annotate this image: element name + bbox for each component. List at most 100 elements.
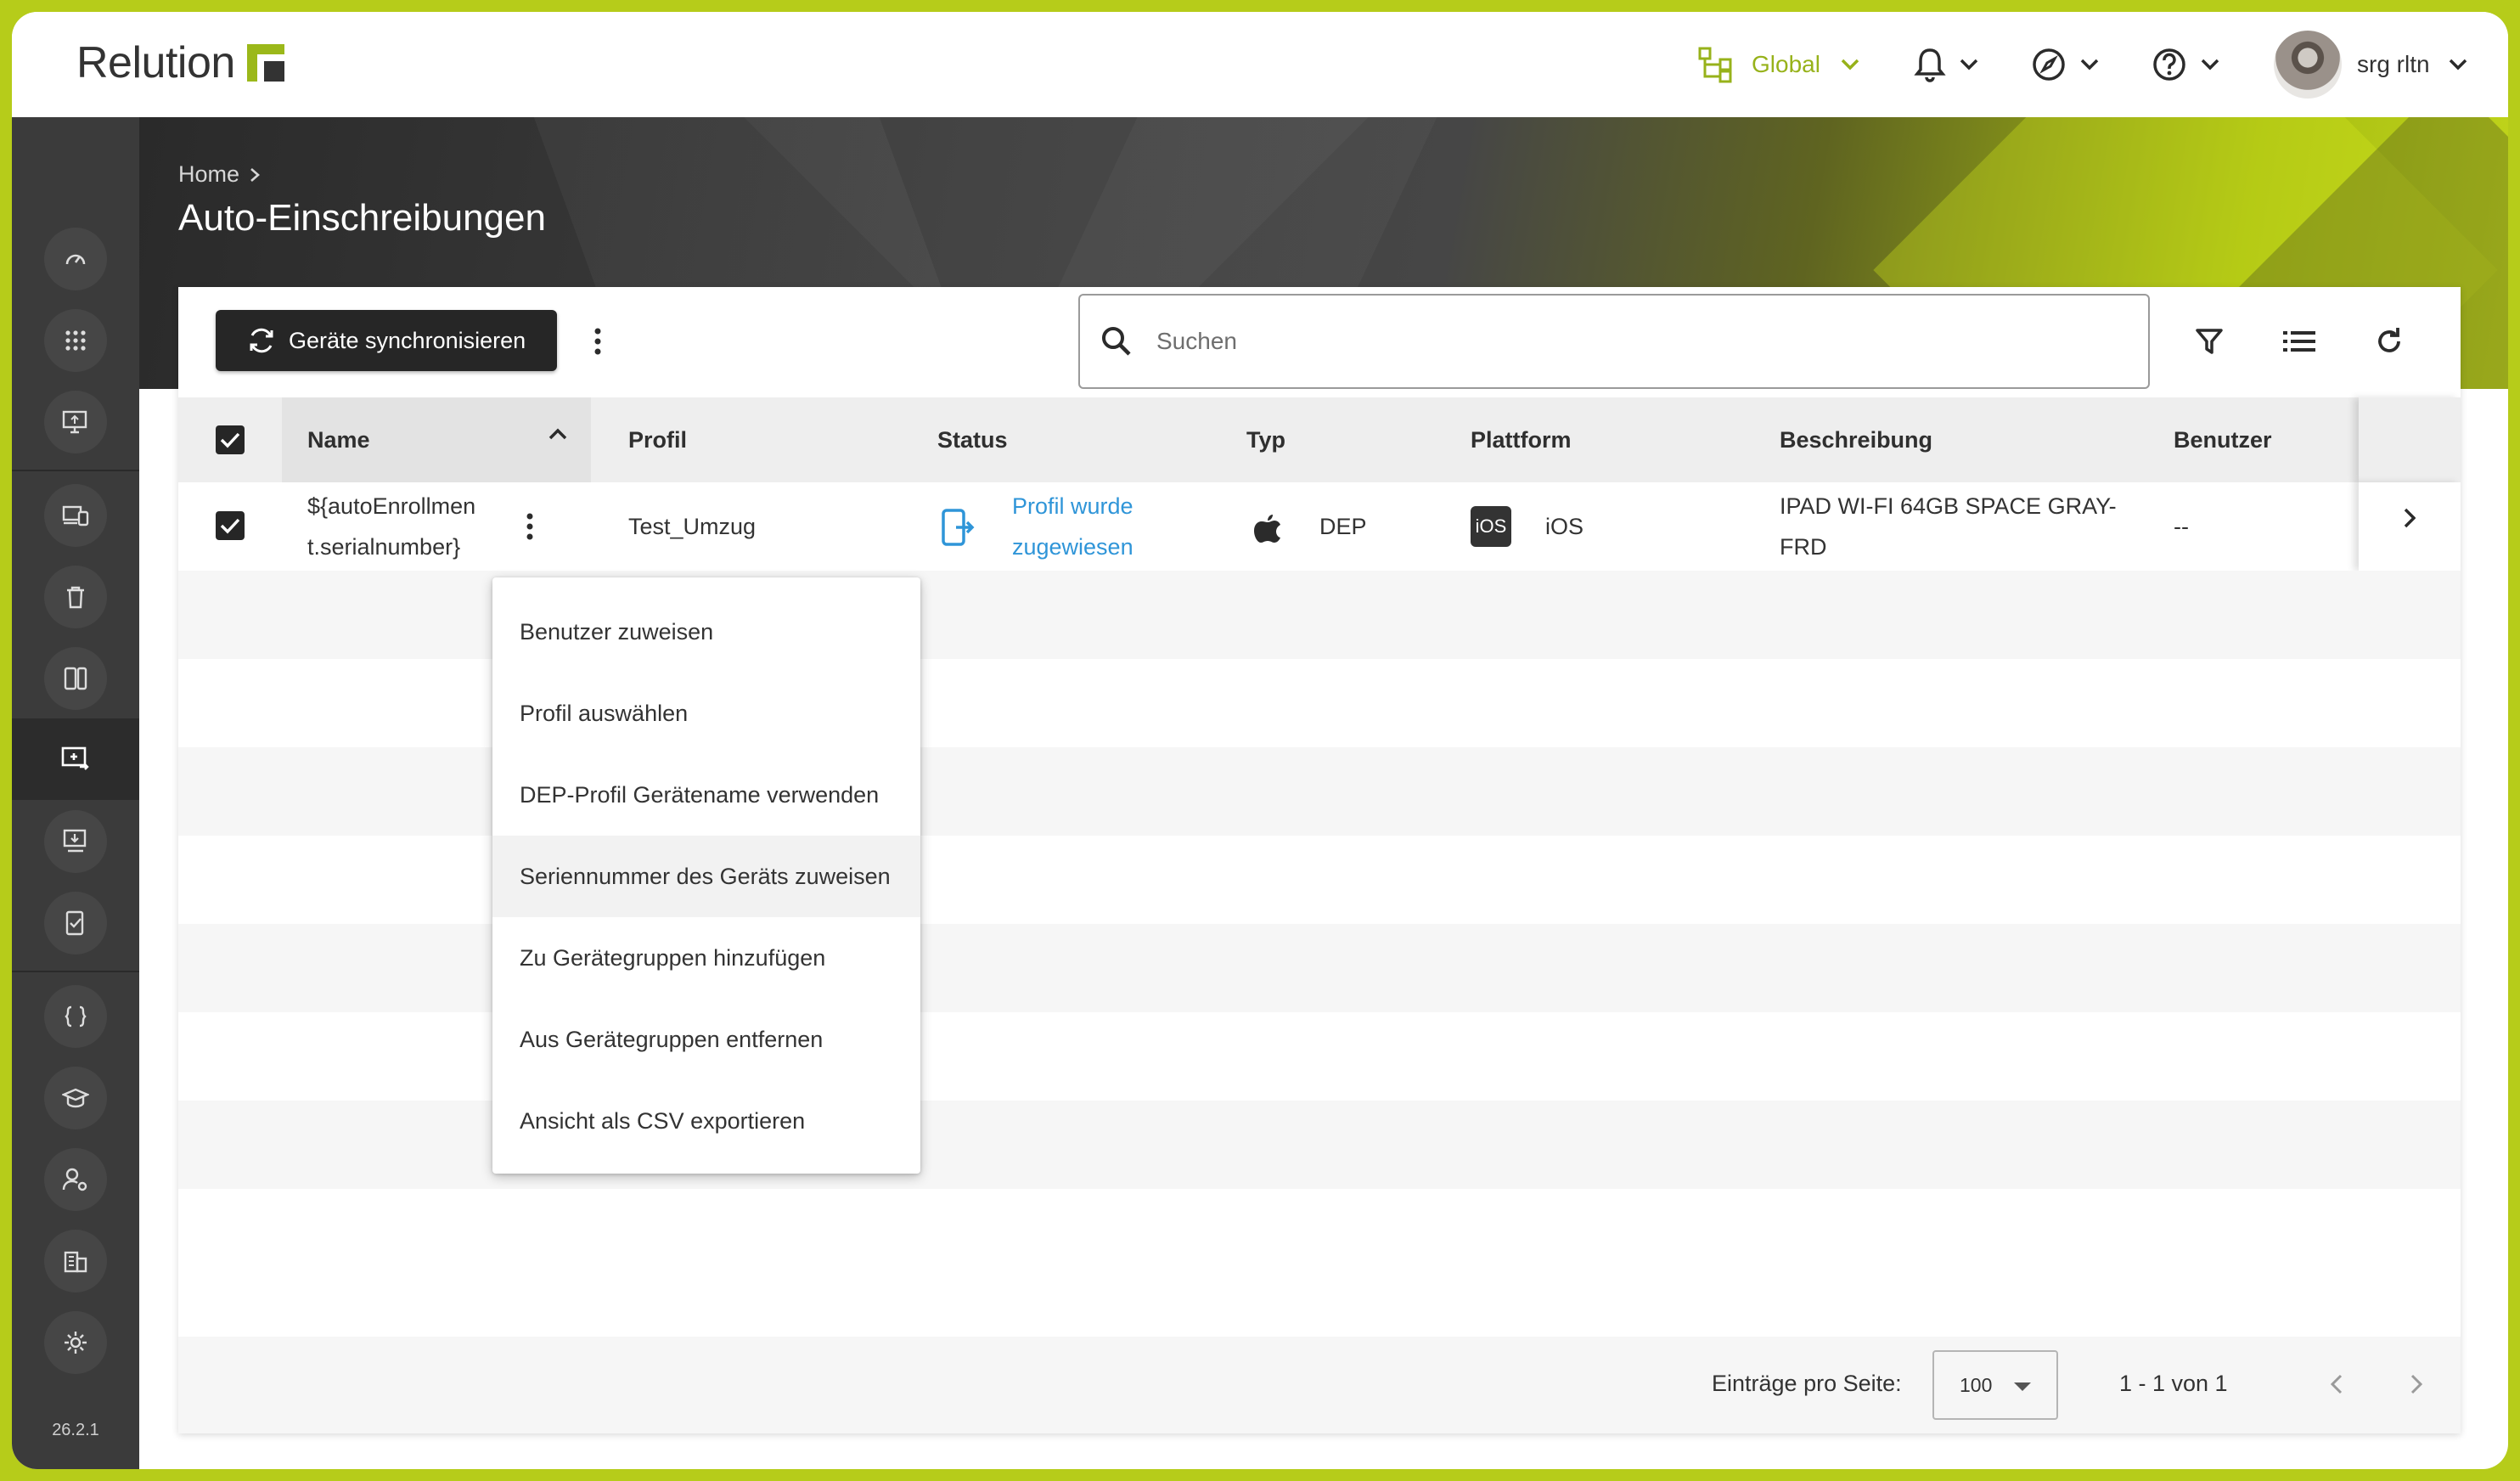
sync-devices-button[interactable]: Geräte synchronisieren	[216, 310, 557, 371]
breadcrumb-home[interactable]: Home	[178, 161, 239, 188]
assigned-device-icon	[941, 508, 975, 550]
hierarchy-icon	[1698, 47, 1732, 83]
compass-icon	[2033, 48, 2065, 81]
sidebar-item-downloads[interactable]	[44, 810, 107, 873]
scope-label: Global	[1752, 51, 1820, 77]
sidebar-item-dashboard[interactable]	[44, 228, 107, 290]
scope-selector[interactable]: Global	[1697, 12, 1859, 117]
menu-item-remove-from-groups[interactable]: Aus Gerätegruppen entfernen	[492, 999, 920, 1080]
check-icon	[220, 518, 240, 534]
sidebar-item-devices[interactable]	[44, 484, 107, 547]
search-icon	[1102, 327, 1131, 356]
help-menu[interactable]	[2152, 12, 2219, 117]
per-page-value: 100	[1960, 1373, 1993, 1396]
sync-icon	[250, 328, 273, 353]
discover-menu[interactable]	[2031, 12, 2099, 117]
notifications-menu[interactable]	[1914, 12, 1978, 117]
education-icon	[62, 1088, 89, 1108]
more-vert-icon	[526, 513, 533, 540]
column-header-plattform[interactable]: Plattform	[1471, 397, 1572, 482]
more-actions-button[interactable]	[588, 321, 608, 362]
sidebar-item-organization[interactable]	[44, 1230, 107, 1292]
bell-icon	[1914, 48, 1946, 82]
app-version: 26.2.1	[52, 1421, 99, 1439]
refresh-icon	[2378, 328, 2400, 352]
sidebar-item-trash[interactable]	[44, 566, 107, 628]
code-braces-icon	[65, 1005, 87, 1028]
filter-button[interactable]	[2191, 323, 2228, 360]
sidebar-divider	[12, 470, 139, 471]
dashboard-icon	[65, 254, 86, 265]
chevron-down-icon	[2449, 59, 2467, 70]
columns-button[interactable]	[2281, 323, 2318, 360]
sync-devices-label: Geräte synchronisieren	[289, 327, 526, 353]
cell-typ: DEP	[1319, 514, 1367, 539]
menu-item-assign-user[interactable]: Benutzer zuweisen	[492, 591, 920, 673]
menu-item-use-dep-device-name[interactable]: DEP-Profil Gerätename verwenden	[492, 754, 920, 836]
chevron-down-icon	[1960, 59, 1978, 70]
search-box	[1078, 294, 2150, 389]
column-header-name[interactable]: Name	[282, 397, 591, 482]
search-input[interactable]	[1156, 328, 2090, 355]
previous-page-button[interactable]	[2320, 1367, 2354, 1401]
menu-item-export-csv[interactable]: Ansicht als CSV exportieren	[492, 1080, 920, 1162]
column-header-status[interactable]: Status	[937, 397, 1008, 482]
ios-platform-icon: iOS	[1471, 506, 1511, 547]
logo-mark-icon	[246, 44, 284, 82]
name-line: t.serialnumber}	[307, 534, 461, 560]
sidebar-item-apps[interactable]	[44, 309, 107, 372]
apps-grid-icon	[65, 330, 86, 351]
sidebar-item-education[interactable]	[44, 1067, 107, 1129]
row-open-details-button[interactable]	[2359, 482, 2461, 571]
column-label: Name	[307, 426, 370, 453]
column-header-beschreibung[interactable]: Beschreibung	[1780, 397, 1932, 482]
row-actions-button[interactable]	[521, 510, 538, 543]
row-checkbox[interactable]	[216, 511, 245, 540]
filter-icon	[2196, 329, 2223, 354]
pagination-bar: Einträge pro Seite: 100 1 - 1 von 1	[178, 1337, 2461, 1433]
sidebar-item-user-settings[interactable]	[44, 1148, 107, 1211]
column-header-profil[interactable]: Profil	[628, 397, 687, 482]
more-vert-icon	[594, 328, 601, 355]
app-window: Relution Global srg rltn 26.2.1 Home Aut…	[12, 12, 2508, 1469]
page-title: Auto-Einschreibungen	[178, 197, 546, 239]
menu-item-assign-serial-number[interactable]: Seriennummer des Geräts zuweisen	[492, 836, 920, 917]
sidebar-item-scripts[interactable]	[44, 985, 107, 1048]
select-all-checkbox[interactable]	[216, 425, 245, 454]
per-page-select[interactable]: 100	[1932, 1350, 2058, 1420]
building-icon	[64, 1251, 87, 1273]
sidebar-item-settings[interactable]	[44, 1311, 107, 1374]
gear-icon	[65, 1332, 87, 1354]
empty-row	[178, 1189, 2461, 1277]
status-line: zugewiesen	[1012, 534, 1133, 560]
tablet-phone-icon	[64, 667, 87, 690]
cell-status[interactable]: Profil wurde zugewiesen	[1012, 486, 1133, 567]
sidebar-item-monitor[interactable]	[44, 391, 107, 453]
sidebar-item-tablets[interactable]	[44, 647, 107, 710]
user-menu[interactable]: srg rltn	[2274, 12, 2467, 117]
sort-ascending-icon	[548, 428, 567, 440]
refresh-button[interactable]	[2371, 323, 2408, 360]
cell-name: ${autoEnrollmen t.serialnumber}	[307, 486, 475, 567]
menu-item-select-profile[interactable]: Profil auswählen	[492, 673, 920, 754]
breadcrumb: Home	[178, 161, 261, 188]
chevron-down-icon	[2080, 59, 2099, 70]
sidebar-item-compliance[interactable]	[44, 892, 107, 954]
chevron-left-icon	[2331, 1374, 2343, 1394]
trash-icon	[67, 586, 84, 609]
sidebar-item-auto-enrollments[interactable]	[12, 718, 139, 800]
per-page-label: Einträge pro Seite:	[1712, 1371, 1902, 1396]
column-header-benutzer[interactable]: Benutzer	[2174, 397, 2272, 482]
top-bar: Relution Global srg rltn	[12, 12, 2508, 117]
device-monitor-icon	[62, 410, 87, 434]
beschreibung-line: FRD	[1780, 534, 1827, 560]
user-name: srg rltn	[2357, 51, 2430, 77]
column-header-typ[interactable]: Typ	[1246, 397, 1285, 482]
relution-logo[interactable]: Relution	[76, 37, 284, 88]
menu-item-add-to-groups[interactable]: Zu Gerätegruppen hinzufügen	[492, 917, 920, 999]
brand-name: Relution	[76, 38, 235, 87]
next-page-button[interactable]	[2399, 1367, 2433, 1401]
sidebar: 26.2.1	[12, 117, 139, 1469]
table-row[interactable]: ${autoEnrollmen t.serialnumber} Test_Umz…	[178, 482, 2461, 571]
enrollment-icon	[61, 746, 89, 770]
